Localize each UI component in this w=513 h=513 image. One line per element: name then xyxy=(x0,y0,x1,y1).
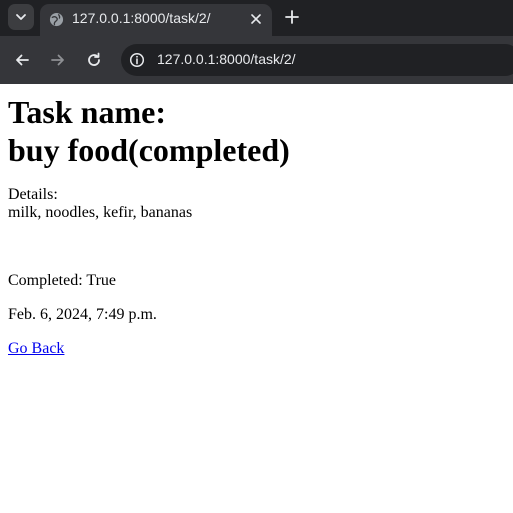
globe-icon xyxy=(49,12,64,27)
task-title: buy food(completed) xyxy=(8,132,290,168)
chevron-down-icon xyxy=(16,14,26,20)
page-content: Task name: buy food(completed) Details: … xyxy=(8,84,505,357)
task-name-label: Task name: xyxy=(8,94,166,130)
completed-status: Completed: True xyxy=(8,272,117,289)
details-text: milk, noodles, kefir, bananas xyxy=(8,204,193,221)
tab-title: 127.0.0.1:8000/task/2/ xyxy=(72,10,211,26)
task-date: Feb. 6, 2024, 7:49 p.m. xyxy=(8,306,157,323)
reload-icon xyxy=(88,52,100,66)
tab-close-button[interactable] xyxy=(248,11,264,27)
tab-active[interactable]: 127.0.0.1:8000/task/2/ xyxy=(40,4,272,36)
task-heading: Task name: buy food(completed) xyxy=(8,93,505,169)
new-tab-button[interactable] xyxy=(282,7,302,27)
toolbar: 127.0.0.1:8000/task/2/ xyxy=(0,36,513,84)
plus-icon xyxy=(285,10,299,24)
details-label: Details: xyxy=(8,186,58,203)
go-back-link[interactable]: Go Back xyxy=(8,340,64,358)
tab-search-button[interactable] xyxy=(8,4,34,30)
url-text[interactable]: 127.0.0.1:8000/task/2/ xyxy=(157,51,296,67)
forward-button[interactable] xyxy=(46,48,70,72)
arrow-right-icon xyxy=(51,54,64,66)
reload-button[interactable] xyxy=(82,48,106,72)
browser-chrome: 127.0.0.1:8000/task/2/ 127.0.0.1:8000/ta… xyxy=(0,0,513,84)
tab-strip: 127.0.0.1:8000/task/2/ xyxy=(0,0,513,36)
site-info-icon[interactable] xyxy=(129,52,145,68)
arrow-left-icon xyxy=(16,54,29,66)
close-icon xyxy=(251,14,261,24)
back-button[interactable] xyxy=(10,48,34,72)
address-bar[interactable]: 127.0.0.1:8000/task/2/ xyxy=(121,44,513,76)
